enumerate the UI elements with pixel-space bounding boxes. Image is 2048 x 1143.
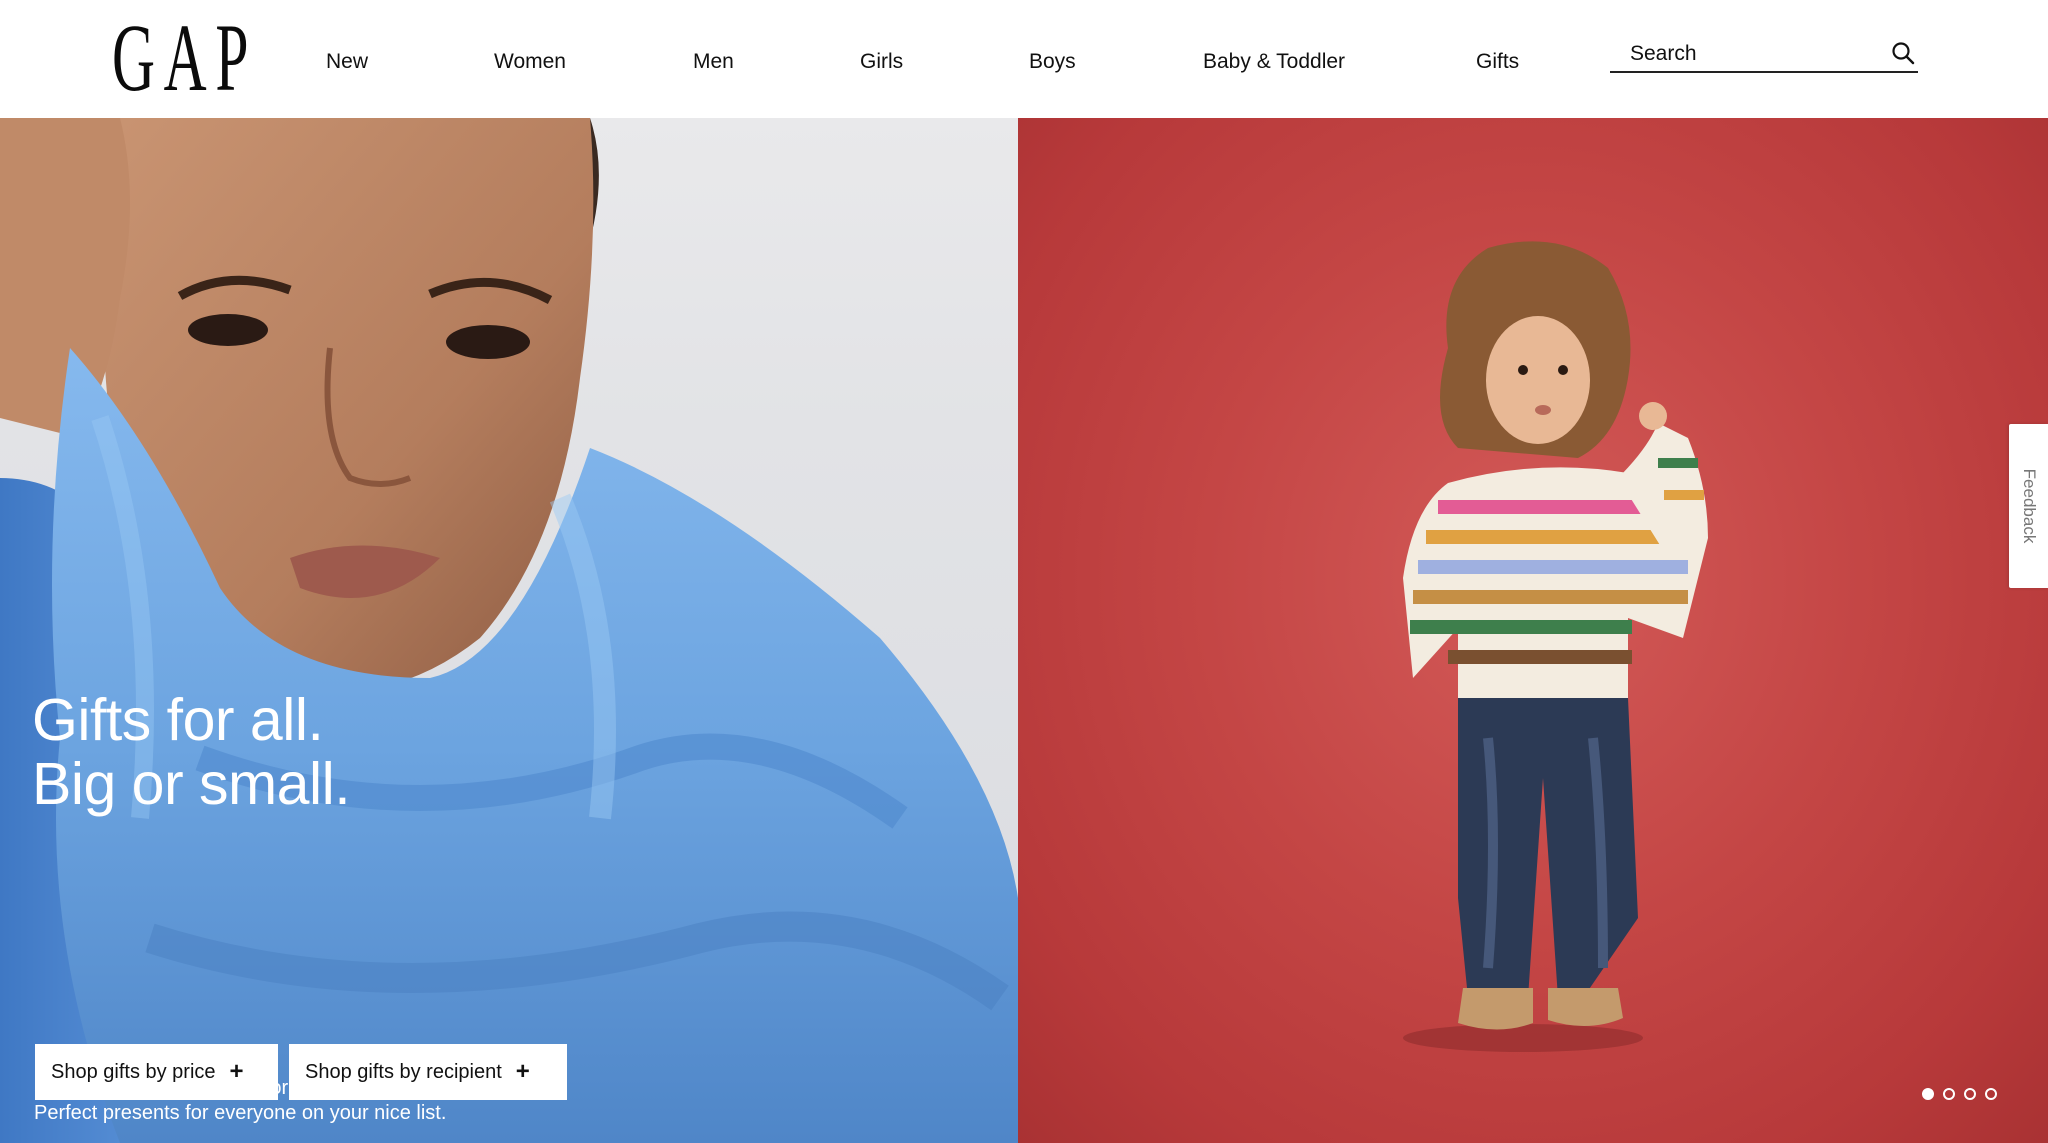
search-bar xyxy=(1610,36,1918,73)
nav-item-gifts[interactable]: Gifts xyxy=(1476,50,1519,74)
carousel-dot-2[interactable] xyxy=(1943,1088,1955,1100)
hero-headline-line1: Gifts for all. xyxy=(32,687,324,753)
hero-right-panel[interactable] xyxy=(1018,118,2048,1143)
shop-gifts-by-recipient-button[interactable]: Shop gifts by recipient + xyxy=(289,1044,567,1100)
shop-gifts-by-price-label: Shop gifts by price xyxy=(51,1060,216,1083)
nav-item-girls[interactable]: Girls xyxy=(860,50,903,74)
nav-item-baby-toddler[interactable]: Baby & Toddler xyxy=(1203,50,1345,74)
carousel-dot-4[interactable] xyxy=(1985,1088,1997,1100)
hero-headline: Gifts for all. Big or small. xyxy=(32,687,351,817)
shop-gifts-by-recipient-label: Shop gifts by recipient xyxy=(305,1060,502,1083)
hero-left-panel[interactable]: Gifts for all. Big or small. Stocking st… xyxy=(0,118,1018,1143)
carousel-dot-1[interactable] xyxy=(1922,1088,1934,1100)
carousel-pagination xyxy=(1922,1088,1997,1100)
nav-item-women[interactable]: Women xyxy=(494,50,566,74)
nav-item-men[interactable]: Men xyxy=(693,50,734,74)
gap-logo[interactable]: GAP xyxy=(112,10,248,106)
plus-icon: + xyxy=(515,1058,530,1085)
hero-subtext-line2: Perfect presents for everyone on your ni… xyxy=(34,1102,447,1124)
woman-in-blue-scarf-image xyxy=(0,118,1018,1143)
plus-icon: + xyxy=(229,1058,244,1085)
nav-item-boys[interactable]: Boys xyxy=(1029,50,1076,74)
nav-item-new[interactable]: New xyxy=(326,50,368,74)
feedback-label: Feedback xyxy=(2019,468,2039,544)
shop-gifts-by-price-button[interactable]: Shop gifts by price + xyxy=(35,1044,278,1100)
search-icon[interactable] xyxy=(1890,40,1916,66)
hero-headline-line2: Big or small. xyxy=(32,751,351,817)
feedback-tab[interactable]: Feedback xyxy=(2009,424,2048,588)
site-header: GAP New Women Men Girls Boys Baby & Todd… xyxy=(0,0,2048,118)
search-input[interactable] xyxy=(1630,40,1870,68)
child-in-striped-sweater-image xyxy=(1403,241,1708,1052)
carousel-dot-3[interactable] xyxy=(1964,1088,1976,1100)
